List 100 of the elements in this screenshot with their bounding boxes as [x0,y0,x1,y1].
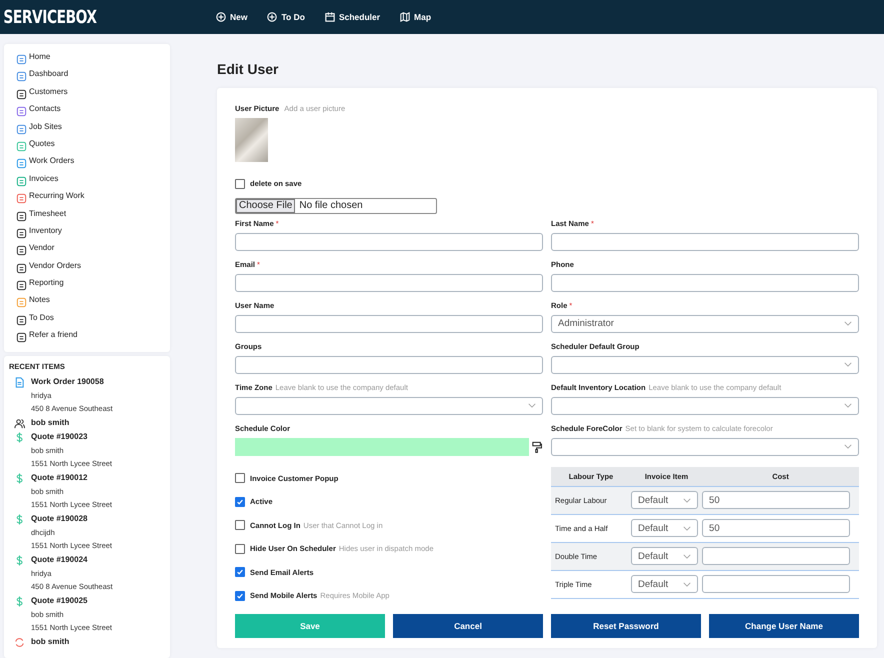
chevron-down-icon [683,498,691,502]
sidebar-item[interactable]: Vendor Orders [16,260,170,278]
select-field[interactable]: Default [631,547,698,565]
photo-placeholder [235,118,268,162]
recent-item-link[interactable]: Quote #190028 [31,514,88,524]
select-field[interactable]: Default [631,491,698,509]
dollar-icon [14,514,25,526]
dollar-icon [14,432,25,444]
select-field[interactable] [235,396,543,414]
sidebar-item[interactable]: Customers [16,86,170,104]
recent-item-link[interactable]: Quote #190012 [31,473,88,482]
recent-item-link[interactable]: Quote #190023 [31,432,88,442]
select-field[interactable]: Default [631,519,698,537]
logo[interactable]: SERVICEBOX [0,6,184,28]
menu-icon [16,140,27,152]
sidebar-item[interactable]: Inventory [16,226,170,244]
nav-link[interactable]: Map [400,12,432,22]
sidebar-item[interactable]: Refer a friend [16,330,170,348]
chevron-down-icon [683,554,691,558]
sidebar-item[interactable]: To Dos [16,312,170,330]
select-field[interactable]: Administrator [551,314,859,332]
select-field[interactable] [551,356,859,374]
menu-icon [16,176,27,187]
file-status: No file chosen [298,200,363,211]
menu-icon [16,158,27,170]
choose-file-button[interactable]: Choose File [236,198,296,212]
sidebar-item[interactable]: Notes [16,295,170,313]
action-button[interactable]: Cancel [393,614,543,638]
sidebar-item[interactable]: Quotes [16,138,170,156]
checkbox[interactable] [235,544,245,554]
plus-circle-icon [216,12,226,22]
plus-circle-icon [267,12,278,22]
chevron-down-icon [683,526,691,530]
select-field[interactable]: Default [631,575,698,593]
refresh-icon [14,637,25,648]
sidebar-item[interactable]: Work Orders [16,156,170,174]
cost-field[interactable]: 50 [702,491,850,509]
select-field[interactable] [551,396,859,414]
checkbox[interactable] [235,520,245,530]
nav-link[interactable]: To Do [267,12,305,22]
sidebar-item[interactable]: Timesheet [16,208,170,226]
calendar-icon [324,12,335,22]
recent-item-link[interactable]: Quote #190025 [31,596,88,606]
text-field[interactable] [235,314,543,332]
color-swatch[interactable] [235,438,529,456]
recent-item-link[interactable]: bob smith [31,418,70,428]
cost-field[interactable]: 50 [702,519,850,537]
text-field[interactable] [235,232,543,250]
chevron-down-icon [528,403,536,408]
menu-icon [16,124,27,135]
dollar-icon [14,473,25,484]
text-field[interactable] [551,274,859,292]
nav-link[interactable]: New [216,12,248,22]
chevron-down-icon [844,403,852,408]
text-field[interactable] [551,232,859,250]
menu-icon [16,106,27,118]
paint-roller-icon[interactable] [532,440,542,452]
checkbox[interactable] [235,590,245,601]
chevron-down-icon [844,444,852,449]
menu-icon [16,54,27,65]
chevron-down-icon [844,321,852,326]
sidebar-item[interactable]: Reporting [16,278,170,296]
document-icon [14,377,25,388]
recent-item-link[interactable]: bob smith [31,637,70,646]
sidebar-item[interactable]: Invoices [16,174,170,192]
action-button[interactable]: Change User Name [709,614,859,638]
menu-icon [16,332,27,344]
menu-icon [16,228,27,239]
checkbox[interactable] [235,178,245,189]
action-button[interactable]: Reset Password [551,614,701,638]
sidebar-item[interactable]: Vendor [16,243,170,261]
file-input[interactable]: Choose File No file chosen [235,198,437,214]
chevron-down-icon [844,362,852,367]
text-field[interactable] [235,356,543,374]
nav-link[interactable]: Scheduler [324,12,380,22]
cost-field[interactable] [702,575,850,593]
sidebar-item[interactable]: Contacts [16,104,170,122]
menu-icon [16,88,27,100]
people-icon [14,418,25,430]
sidebar-item[interactable]: Home [16,52,170,70]
checkbox[interactable] [235,473,245,484]
cost-field[interactable] [702,547,850,565]
checkbox[interactable] [235,567,245,578]
recent-item-link[interactable]: Quote #190024 [31,555,88,564]
text-field[interactable] [235,274,543,292]
sidebar-item[interactable]: Recurring Work [16,191,170,209]
sidebar-item[interactable]: Dashboard [16,69,170,87]
recent-item-link[interactable]: Work Order 190058 [31,377,104,386]
dollar-icon [14,555,25,566]
menu-icon [16,193,27,204]
menu-icon [16,262,27,274]
menu-icon [16,314,27,326]
menu-icon [16,210,27,222]
menu-icon [16,245,27,256]
menu-icon [16,71,27,82]
map-icon [400,12,410,22]
checkbox[interactable] [235,496,245,507]
dollar-icon [14,596,25,608]
sidebar-item[interactable]: Job Sites [16,122,170,139]
select-field[interactable] [551,438,859,456]
